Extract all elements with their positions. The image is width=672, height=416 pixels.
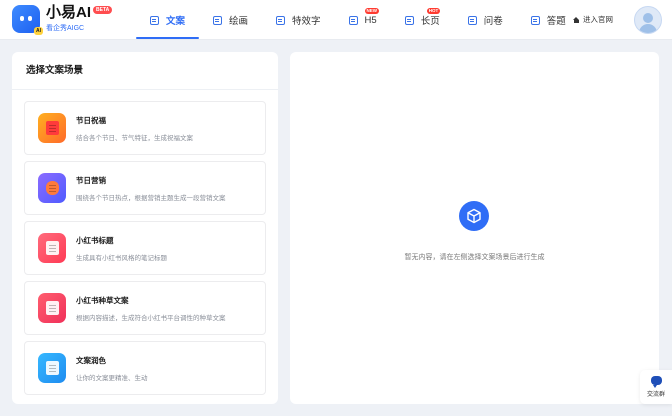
nav-label: 长页 <box>420 16 440 27</box>
nav-label: 绘画 <box>229 16 249 27</box>
scene-panel: 选择文案场景 节日祝福 结合各个节日、节气特征，生成祝福文案 节日营销 围绕各个… <box>12 52 278 404</box>
result-panel: 暂无内容，请在左侧选择文案场景后进行生成 <box>290 52 659 404</box>
scene-card-title: 文案润色 <box>76 355 106 365</box>
nav-tab-copywriting[interactable]: 文案 <box>136 0 200 40</box>
nav-tab-survey[interactable]: 问卷 <box>454 0 517 40</box>
home-icon <box>573 16 580 23</box>
scene-card-title: 节日营销 <box>76 175 106 185</box>
scene-card-desc: 让你的文案更精准、生动 <box>76 374 148 382</box>
h5-icon <box>348 15 358 25</box>
scene-panel-title: 选择文案场景 <box>12 52 278 90</box>
nav-tab-painting[interactable]: 绘画 <box>199 0 262 40</box>
lantern-icon <box>38 173 66 203</box>
chat-group-button[interactable]: 交流群 <box>640 370 672 404</box>
new-badge: NEW <box>364 8 380 14</box>
hot-badge: HOT <box>426 8 441 14</box>
scene-card-xhs-title[interactable]: 小红书标题 生成具有小红书风格的笔记标题 <box>24 221 266 275</box>
scene-card-holiday-greeting[interactable]: 节日祝福 结合各个节日、节气特征，生成祝福文案 <box>24 101 266 155</box>
longpage-icon <box>404 15 414 25</box>
brand-name: 小易AI <box>46 4 92 21</box>
text-effect-icon <box>276 15 286 25</box>
polish-icon <box>38 353 66 383</box>
brush-icon <box>213 15 223 25</box>
scene-card-desc: 结合各个节日、节气特征，生成祝福文案 <box>76 134 193 142</box>
nav-label: 问卷 <box>483 16 503 27</box>
scene-card-title: 节日祝福 <box>76 115 106 125</box>
robot-logo-icon: AI <box>12 5 43 35</box>
scene-card-desc: 根据内容描述，生成符合小红书平台调性的种草文案 <box>76 314 226 322</box>
nav-tab-text-effects[interactable]: 特效字 <box>262 0 335 40</box>
heart-note-icon <box>38 293 66 323</box>
box-icon <box>459 201 489 231</box>
top-header: AI 小易AI BETA 看企秀AIGC 文案 绘画 特效字 H5 NEW 长页… <box>0 0 672 40</box>
scene-card-title: 小红书标题 <box>76 235 114 245</box>
user-avatar[interactable] <box>634 6 662 34</box>
logo-ai-tag: AI <box>34 27 43 35</box>
scene-card-polish[interactable]: 文案润色 让你的文案更精准、生动 <box>24 341 266 395</box>
scene-card-xhs-recommend[interactable]: 小红书种草文案 根据内容描述，生成符合小红书平台调性的种草文案 <box>24 281 266 335</box>
quiz-icon <box>530 15 540 25</box>
empty-state-text: 暂无内容，请在左侧选择文案场景后进行生成 <box>404 254 545 261</box>
doc-icon <box>150 15 159 25</box>
scene-card-title: 小红书种草文案 <box>76 295 129 305</box>
brand-logo[interactable]: AI 小易AI BETA 看企秀AIGC <box>12 4 113 35</box>
scene-card-desc: 生成具有小红书风格的笔记标题 <box>76 254 167 262</box>
chat-icon <box>650 376 662 388</box>
site-link-label: 进入官网 <box>583 15 613 24</box>
red-envelope-icon <box>38 113 66 143</box>
main-nav: 文案 绘画 特效字 H5 NEW 长页 HOT 问卷 答题 <box>136 0 580 40</box>
official-site-link[interactable]: 进入官网 <box>573 14 613 25</box>
nav-tab-long-page[interactable]: 长页 HOT <box>391 0 454 40</box>
chat-group-label: 交流群 <box>646 392 665 398</box>
beta-badge: BETA <box>93 6 113 14</box>
scene-card-holiday-marketing[interactable]: 节日营销 围绕各个节日热点，根据营销主题生成一段营销文案 <box>24 161 266 215</box>
nav-label: 文案 <box>166 16 186 27</box>
nav-label: 答题 <box>546 16 566 27</box>
survey-icon <box>467 15 477 25</box>
nav-label: 特效字 <box>292 16 321 27</box>
note-title-icon <box>38 233 66 263</box>
scene-card-desc: 围绕各个节日热点，根据营销主题生成一段营销文案 <box>76 194 226 202</box>
nav-tab-quiz[interactable]: 答题 <box>517 0 580 40</box>
brand-subtitle: 看企秀AIGC <box>46 25 85 32</box>
nav-tab-h5[interactable]: H5 NEW <box>335 0 391 40</box>
nav-label: H5 <box>364 14 377 26</box>
